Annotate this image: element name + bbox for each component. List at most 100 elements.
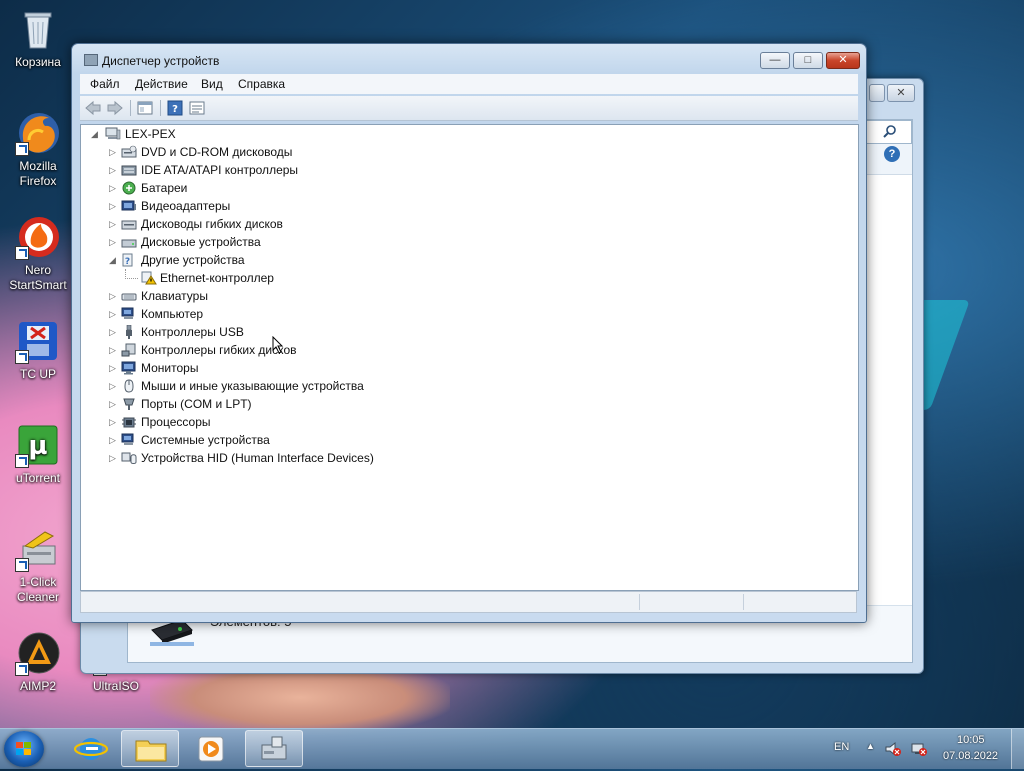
menu-help[interactable]: Справка [238, 77, 285, 91]
collapse-arrow-icon[interactable]: ◢ [109, 251, 117, 269]
menu-file[interactable]: Файл [90, 77, 120, 91]
tree-item-label: DVD и CD-ROM дисководы [141, 145, 293, 159]
shortcut-arrow-icon [15, 454, 29, 468]
display-adapter-icon [121, 200, 136, 211]
taskbar-media-player[interactable] [182, 730, 240, 767]
utorrent-icon: µ [15, 422, 61, 468]
expand-arrow-icon[interactable]: ▷ [109, 197, 117, 215]
status-separator [639, 594, 640, 610]
forward-arrow-icon[interactable] [106, 100, 124, 116]
shortcut-arrow-icon [15, 246, 29, 260]
device-manager-window[interactable]: Диспетчер устройств — □ ✕ Файл Действие … [71, 43, 867, 623]
properties-icon[interactable] [188, 100, 206, 116]
tree-item-label: Контроллеры USB [141, 325, 244, 339]
help-icon[interactable]: ? [884, 146, 900, 162]
maximize-button[interactable]: □ [793, 52, 823, 69]
expand-arrow-icon[interactable]: ▷ [109, 377, 117, 395]
window-title: Диспетчер устройств [102, 54, 220, 68]
tree-root-label: LEX-PEX [125, 127, 176, 141]
desktop-icon-label: 1-Click Cleaner [16, 575, 60, 604]
battery-icon [122, 181, 136, 195]
back-window-close-button[interactable]: ✕ [887, 84, 915, 102]
shortcut-arrow-icon [15, 142, 29, 156]
back-window-search-input[interactable] [864, 120, 912, 144]
unknown-device-icon: ? [122, 253, 133, 267]
taskbar-explorer[interactable] [121, 730, 179, 767]
desktop-icon-label: Mozilla Firefox [19, 159, 57, 188]
help-icon[interactable]: ? [166, 100, 184, 116]
desktop-icon-1-click-cleaner[interactable]: 1-Click Cleaner [2, 526, 74, 605]
expand-arrow-icon[interactable]: ▷ [109, 341, 117, 359]
desktop-icon-label: TC UP [20, 367, 56, 381]
toolbar-separator [130, 100, 131, 116]
back-arrow-icon[interactable] [84, 100, 102, 116]
expand-arrow-icon[interactable]: ▷ [109, 413, 117, 431]
shortcut-arrow-icon [15, 350, 29, 364]
language-indicator[interactable]: EN [834, 741, 849, 753]
menu-view[interactable]: Вид [201, 77, 223, 91]
tree-item-label: Видеоадаптеры [141, 199, 231, 213]
expand-arrow-icon[interactable]: ▷ [109, 287, 117, 305]
expand-arrow-icon[interactable]: ▷ [109, 305, 117, 323]
expand-arrow-icon[interactable]: ▷ [109, 395, 117, 413]
clock-time[interactable]: 10:05 [957, 734, 985, 746]
system-device-icon [121, 433, 134, 445]
expand-arrow-icon[interactable]: ▷ [109, 323, 117, 341]
device-manager-icon [84, 54, 98, 66]
show-desktop-button[interactable] [1011, 729, 1024, 769]
tree-item-label: Мыши и иные указывающие устройства [141, 379, 364, 393]
tree-item-label: Порты (COM и LPT) [141, 397, 252, 411]
show-hidden-icons-icon[interactable]: ▲ [866, 741, 875, 751]
tree-item-label: Системные устройства [141, 433, 270, 447]
status-bar [80, 591, 857, 613]
desktop-icon-firefox[interactable]: Mozilla Firefox [2, 110, 74, 189]
expand-arrow-icon[interactable]: ▷ [109, 215, 117, 233]
show-hide-console-tree-icon[interactable] [136, 100, 154, 116]
volume-muted-icon[interactable] [884, 741, 902, 757]
desktop-icon-label: AIMP2 [19, 679, 56, 693]
desktop-icon-tc-up[interactable]: TC UP [2, 318, 74, 382]
desktop-icon-recycle-bin[interactable]: Корзина [2, 6, 74, 70]
desktop-icon-label: uTorrent [15, 471, 61, 485]
menu-action[interactable]: Действие [135, 77, 188, 91]
expand-arrow-icon[interactable]: ▷ [109, 233, 117, 251]
minimize-button[interactable]: — [760, 52, 790, 69]
taskbar-device-manager[interactable] [245, 730, 303, 767]
desktop-icon-nero[interactable]: Nero StartSmart [2, 214, 74, 293]
ide-controller-icon [121, 165, 137, 176]
tree-item-label: Клавиатуры [141, 289, 208, 303]
expand-arrow-icon[interactable]: ▷ [109, 449, 117, 467]
taskbar: EN ▲ 10:05 07.08.2022 [0, 728, 1024, 769]
tree-connector-line [125, 269, 138, 279]
port-icon [123, 398, 135, 410]
tree-item-label: Другие устройства [141, 253, 245, 267]
device-tree[interactable]: ◢ LEX-PEX ▷ DVD и CD-ROM дисководы ▷ IDE AT… [80, 124, 859, 591]
device-manager-icon [261, 736, 287, 760]
tree-item-label: Устройства HID (Human Interface Devices) [141, 451, 374, 465]
close-button[interactable]: ✕ [826, 52, 860, 69]
disk-drive-icon [121, 239, 137, 248]
processor-icon [122, 417, 136, 428]
computer-icon [121, 307, 134, 319]
menu-bar: Файл Действие Вид Справка [80, 74, 858, 94]
desktop-icon-utorrent[interactable]: µ uTorrent [2, 422, 74, 486]
internet-explorer-icon [73, 738, 109, 760]
expand-arrow-icon[interactable]: ▷ [109, 161, 117, 179]
tree-item-label: Дисковые устройства [141, 235, 261, 249]
back-window-maximize-button[interactable] [869, 84, 885, 102]
collapse-arrow-icon[interactable]: ◢ [91, 125, 99, 143]
mouse-cursor-icon [272, 336, 284, 354]
start-button[interactable] [4, 731, 44, 767]
computer-icon [105, 127, 121, 140]
taskbar-internet-explorer[interactable] [62, 730, 120, 767]
desktop-icon-aimp2[interactable]: AIMP2 [2, 630, 74, 694]
nero-icon [15, 214, 61, 260]
network-disconnected-icon[interactable] [910, 741, 928, 757]
title-bar[interactable]: Диспетчер устройств — □ ✕ [72, 44, 866, 74]
expand-arrow-icon[interactable]: ▷ [109, 179, 117, 197]
expand-arrow-icon[interactable]: ▷ [109, 143, 117, 161]
clock-date[interactable]: 07.08.2022 [943, 750, 998, 762]
shortcut-arrow-icon [15, 662, 29, 676]
expand-arrow-icon[interactable]: ▷ [109, 431, 117, 449]
expand-arrow-icon[interactable]: ▷ [109, 359, 117, 377]
